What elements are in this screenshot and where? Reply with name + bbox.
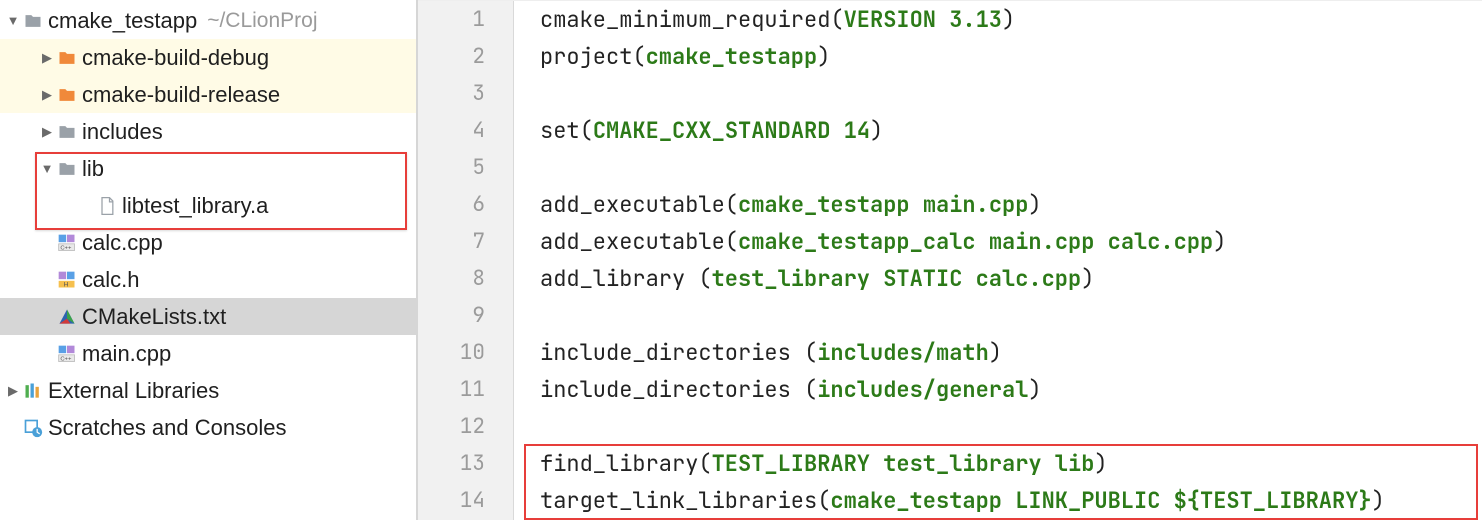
- tree-label: Scratches and Consoles: [44, 415, 286, 441]
- tree-row-lib[interactable]: ▼ lib: [0, 150, 416, 187]
- svg-text:H: H: [64, 281, 69, 288]
- line-number: 3: [418, 75, 485, 112]
- tree-label: cmake-build-debug: [78, 45, 269, 71]
- code-line[interactable]: [540, 149, 1482, 186]
- line-number: 1: [418, 1, 485, 38]
- code-line[interactable]: [540, 408, 1482, 445]
- tree-row-libtest-a[interactable]: libtest_library.a: [0, 187, 416, 224]
- code-line[interactable]: add_library (test_library STATIC calc.cp…: [540, 260, 1482, 297]
- chevron-right-icon[interactable]: ▶: [38, 124, 56, 140]
- line-number: 13: [418, 445, 485, 482]
- chevron-right-icon[interactable]: ▶: [38, 87, 56, 103]
- code-line[interactable]: add_executable(cmake_testapp_calc main.c…: [540, 223, 1482, 260]
- tree-label: libtest_library.a: [118, 193, 268, 219]
- code-line[interactable]: project(cmake_testapp): [540, 38, 1482, 75]
- chevron-right-icon[interactable]: ▶: [4, 383, 22, 399]
- line-number: 6: [418, 186, 485, 223]
- line-number: 7: [418, 223, 485, 260]
- chevron-down-icon[interactable]: ▼: [4, 13, 22, 28]
- tree-label: lib: [78, 156, 104, 182]
- line-number: 12: [418, 408, 485, 445]
- line-number: 5: [418, 149, 485, 186]
- file-icon: [96, 195, 118, 217]
- tree-row-scratches[interactable]: ▶ Scratches and Consoles: [0, 409, 416, 446]
- tree-label: calc.h: [78, 267, 139, 293]
- code-line[interactable]: set(CMAKE_CXX_STANDARD 14): [540, 112, 1482, 149]
- tree-label: main.cpp: [78, 341, 171, 367]
- chevron-right-icon[interactable]: ▶: [38, 50, 56, 66]
- code-line[interactable]: include_directories (includes/general): [540, 371, 1482, 408]
- code-line[interactable]: cmake_minimum_required(VERSION 3.13): [540, 1, 1482, 38]
- external-libraries-icon: [22, 380, 44, 402]
- line-number: 11: [418, 371, 485, 408]
- cpp-file-icon: C++: [56, 232, 78, 254]
- h-file-icon: H: [56, 269, 78, 291]
- scratches-icon: [22, 417, 44, 439]
- line-number: 2: [418, 38, 485, 75]
- line-number: 10: [418, 334, 485, 371]
- tree-row-calc-cpp[interactable]: C++ calc.cpp: [0, 224, 416, 261]
- editor-code[interactable]: cmake_minimum_required(VERSION 3.13)proj…: [514, 1, 1482, 520]
- folder-icon: [56, 158, 78, 180]
- cmake-file-icon: [56, 306, 78, 328]
- svg-text:C++: C++: [60, 245, 72, 251]
- tree-label: External Libraries: [44, 378, 219, 404]
- code-line[interactable]: [540, 297, 1482, 334]
- line-number: 8: [418, 260, 485, 297]
- tree-row-external-libs[interactable]: ▶ External Libraries: [0, 372, 416, 409]
- tree-row-includes[interactable]: ▶ includes: [0, 113, 416, 150]
- tree-row-build-release[interactable]: ▶ cmake-build-release: [0, 76, 416, 113]
- folder-excluded-icon: [56, 47, 78, 69]
- folder-excluded-icon: [56, 84, 78, 106]
- project-tree-pane[interactable]: ▼ cmake_testapp ~/CLionProj ▶ cmake-buil…: [0, 0, 418, 520]
- folder-icon: [22, 10, 44, 32]
- line-number: 4: [418, 112, 485, 149]
- folder-icon: [56, 121, 78, 143]
- tree-path: ~/CLionProj: [197, 9, 317, 33]
- tree-row-build-debug[interactable]: ▶ cmake-build-debug: [0, 39, 416, 76]
- tree-label: calc.cpp: [78, 230, 163, 256]
- line-number: 14: [418, 482, 485, 519]
- chevron-down-icon[interactable]: ▼: [38, 161, 56, 176]
- tree-row-root[interactable]: ▼ cmake_testapp ~/CLionProj: [0, 2, 416, 39]
- tree-row-cmakelists[interactable]: CMakeLists.txt: [0, 298, 416, 335]
- editor-pane[interactable]: 1234567891011121314 cmake_minimum_requir…: [418, 0, 1482, 520]
- tree-label: cmake-build-release: [78, 82, 280, 108]
- editor-gutter: 1234567891011121314: [418, 1, 514, 520]
- tree-label: includes: [78, 119, 163, 145]
- tree-row-calc-h[interactable]: H calc.h: [0, 261, 416, 298]
- code-line[interactable]: [540, 75, 1482, 112]
- code-line[interactable]: add_executable(cmake_testapp main.cpp): [540, 186, 1482, 223]
- line-number: 9: [418, 297, 485, 334]
- svg-text:C++: C++: [60, 356, 72, 362]
- cpp-file-icon: C++: [56, 343, 78, 365]
- tree-row-main-cpp[interactable]: C++ main.cpp: [0, 335, 416, 372]
- tree-label: CMakeLists.txt: [78, 304, 226, 330]
- code-line[interactable]: target_link_libraries(cmake_testapp LINK…: [540, 482, 1482, 519]
- code-line[interactable]: find_library(TEST_LIBRARY test_library l…: [540, 445, 1482, 482]
- tree-label: cmake_testapp: [44, 8, 197, 34]
- code-line[interactable]: include_directories (includes/math): [540, 334, 1482, 371]
